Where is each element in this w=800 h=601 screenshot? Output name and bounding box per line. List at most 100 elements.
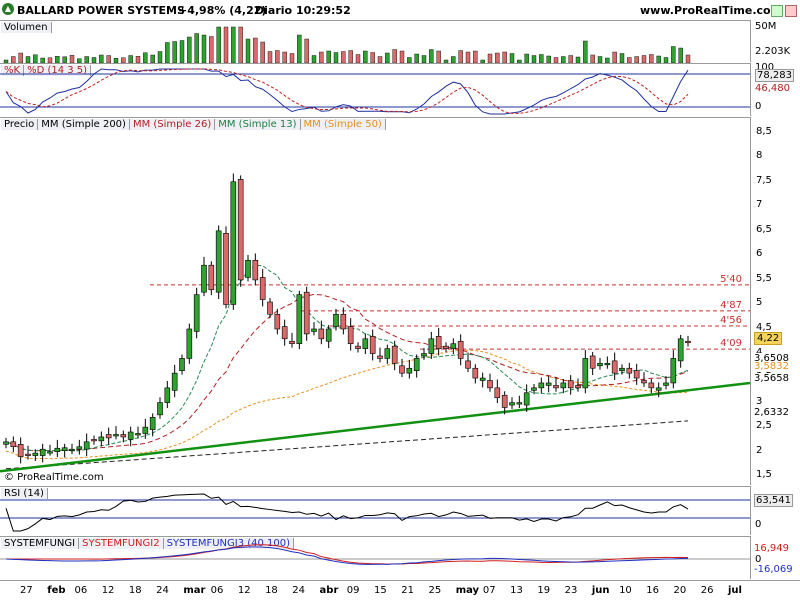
candle-down <box>91 439 97 442</box>
last-price-tag: 4,22 <box>754 332 783 345</box>
candle-up <box>450 343 457 349</box>
price-tick-label: 1,5 <box>756 469 772 481</box>
x-tick-label: 12 <box>101 585 115 596</box>
volume-bar <box>429 49 434 63</box>
x-tick-label: mar <box>183 585 206 596</box>
level-label: 4'87 <box>720 300 742 311</box>
volume-bar <box>267 51 273 63</box>
candle-down <box>281 326 288 340</box>
maximize-icon[interactable] <box>771 5 783 17</box>
x-tick-label: 23 <box>564 585 578 596</box>
candle-up <box>384 348 391 359</box>
candle-up <box>413 358 420 371</box>
x-tick-label: 06 <box>74 585 88 596</box>
level-label: 4'56 <box>720 315 742 326</box>
ma26-value: 3,5832 <box>754 361 789 372</box>
volume-bar <box>583 40 588 63</box>
candle-down <box>494 387 501 398</box>
volume-bar <box>260 41 265 63</box>
candle-up <box>215 230 222 293</box>
volume-bar <box>465 51 471 63</box>
volume-axis-top: 50M <box>755 21 777 32</box>
fungi-red-value: 16,949 <box>754 543 789 554</box>
candle-up <box>670 358 677 384</box>
legend-ma13: MM (Simple 13) <box>215 119 301 130</box>
x-tick-label: 18 <box>128 585 142 596</box>
close-icon[interactable] <box>785 5 797 17</box>
candle-up <box>582 358 589 389</box>
x-tick-label: 19 <box>537 585 551 596</box>
volume-panel: Volumen <box>0 20 750 63</box>
ma200-value: 2,6332 <box>754 407 789 418</box>
volume-bar <box>656 55 661 63</box>
volume-bar <box>392 49 397 63</box>
volume-bar <box>179 40 185 63</box>
price-change: +4,98% (4,22) <box>178 4 267 17</box>
volume-bar <box>231 26 236 63</box>
legend-ma50: MM (Simple 50) <box>300 119 386 130</box>
candle-up <box>142 426 149 434</box>
x-tick-label: 06 <box>210 585 224 596</box>
rsi-value: 63,541 <box>754 494 793 507</box>
volume-bar <box>399 50 405 63</box>
fungi-axis: 16,949 0 -16,069 <box>750 536 800 579</box>
candle-down <box>626 367 633 374</box>
volume-bar <box>18 52 23 63</box>
volume-bar <box>473 50 478 63</box>
volume-bar <box>55 56 60 63</box>
candle-down <box>633 370 640 379</box>
volume-bar <box>414 53 419 63</box>
candle-up <box>127 431 134 440</box>
x-axis: 27 feb 06 12 18 24 mar 06 12 18 24 abr 09 15 21 25 may 07… <box>0 580 800 601</box>
candle-up <box>677 338 684 362</box>
rsi-axis-bottom: 0 <box>755 519 762 530</box>
candle-up <box>479 377 486 381</box>
volume-bar <box>187 36 192 63</box>
candle-up <box>171 372 178 391</box>
candle-up <box>135 433 141 436</box>
candle-down <box>105 434 112 439</box>
legend-ma26: MM (Simple 26) <box>129 119 216 130</box>
candle-up <box>421 353 427 357</box>
volume-bar <box>106 55 111 63</box>
x-tick-label: 26 <box>700 585 714 596</box>
x-tick-label: 09 <box>346 585 360 596</box>
price-tick-label: 7 <box>756 199 763 211</box>
candle-down <box>648 382 655 389</box>
volume-bar <box>509 53 515 63</box>
price-tick-label: 8 <box>756 150 763 162</box>
support-trendline <box>0 381 750 473</box>
volume-bar <box>678 47 683 63</box>
candle-down <box>501 394 508 408</box>
price-tick-label: 6 <box>756 248 763 260</box>
candle-down <box>10 441 17 448</box>
volume-bar <box>297 34 302 63</box>
volume-bar <box>289 53 295 63</box>
x-tick-label: 24 <box>156 585 169 596</box>
volume-bar <box>194 33 199 63</box>
candle-up <box>32 452 39 456</box>
stoch-k-value: 78,283 <box>755 69 794 82</box>
candle-up <box>619 367 625 371</box>
volume-bar <box>172 41 177 63</box>
period-label: Diario <box>255 4 293 17</box>
site-label: www.ProRealTime.com <box>640 4 783 17</box>
candle-up <box>69 448 75 452</box>
candle-up <box>428 338 435 354</box>
candle-up <box>157 402 163 416</box>
candle-up <box>61 447 68 451</box>
volume-bar <box>209 36 214 63</box>
watermark: © ProRealTime.com <box>4 472 104 483</box>
candle-down <box>472 367 479 379</box>
volume-bar <box>649 54 654 63</box>
x-tick-label: 25 <box>428 585 442 596</box>
back-icon[interactable]: ▲ <box>2 3 14 15</box>
volume-bar <box>150 54 155 63</box>
candle-up <box>531 387 537 391</box>
volume-bar <box>143 52 148 63</box>
fungi-red-line <box>6 544 689 565</box>
fungi-panel: SYSTEMFUNGI SYSTEMFUNGI2 SYSTEMFUNGI3 (40 … <box>0 536 750 580</box>
price-tick-label: 5,5 <box>756 272 772 284</box>
volume-bar <box>436 50 441 63</box>
candle-up <box>245 259 251 278</box>
